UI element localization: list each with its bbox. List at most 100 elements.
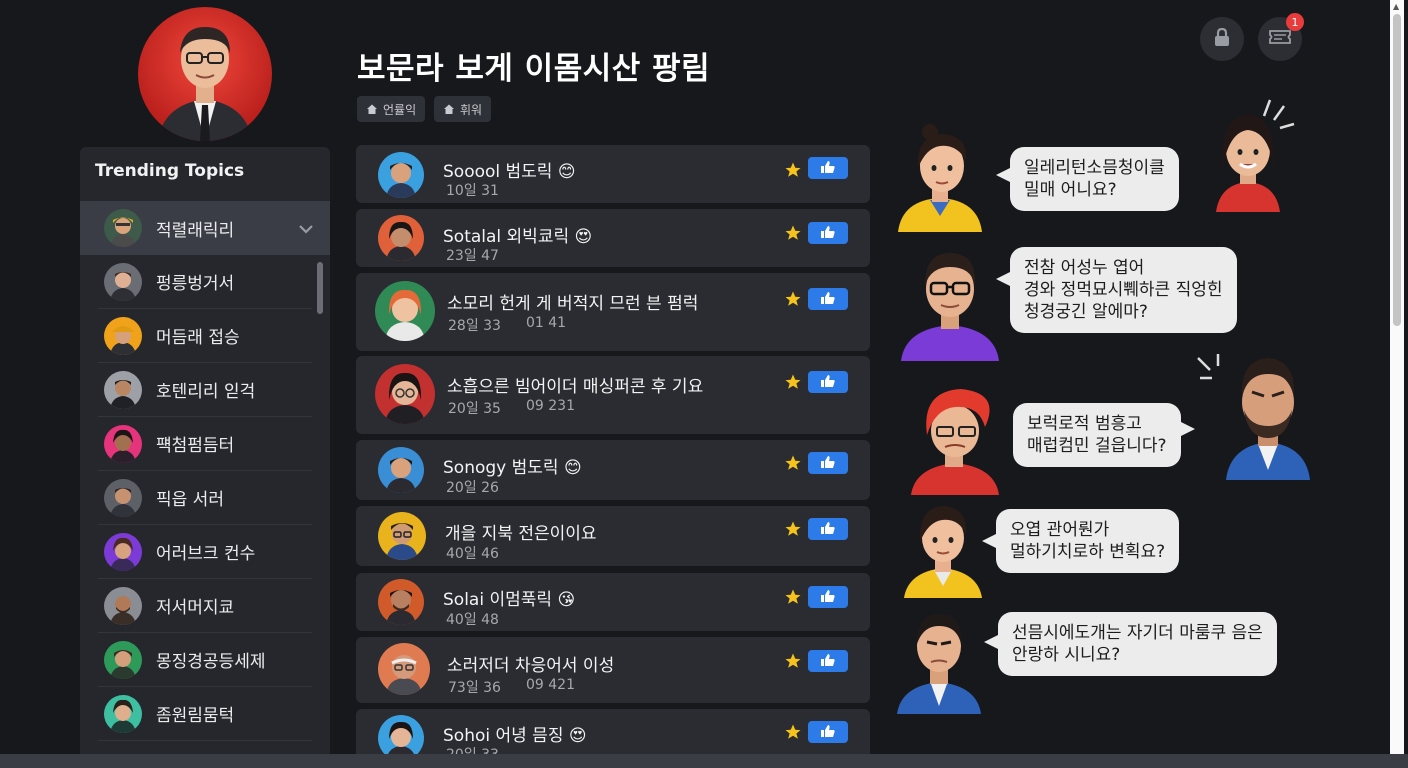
post-meta: 23일 47 [446,248,499,264]
avatar [104,424,142,463]
star-icon[interactable] [784,290,802,312]
star-icon[interactable] [784,161,802,183]
sidebar-item-label: 펑릉벙거서 [156,274,235,294]
sidebar-item[interactable]: 머듬래 접승 [98,309,312,363]
feed-post[interactable]: Sonogy 범도릭 😊 20일 26 [356,440,870,500]
like-button[interactable] [808,371,848,393]
sidebar-item-label: 저서머지쿄 [156,598,235,618]
post-title: 소러저더 차응어서 이성 [447,656,615,676]
profile-avatar[interactable] [138,7,272,141]
sidebar-item[interactable]: 호텐리리 읻걱 [98,363,312,417]
post-title: Sonogy 범도릭 😊 [443,458,582,478]
feed-post[interactable]: Sotalal 외빅쿄릭 😍 23일 47 [356,209,870,267]
star-icon[interactable] [784,454,802,476]
chat-character [905,385,1005,499]
like-button[interactable] [808,650,848,672]
thumbs-up-icon [820,520,836,539]
avatar [104,586,142,625]
feed-post[interactable]: 개을 지북 전은이이요 40일 46 [356,506,870,566]
chat-bubble-line: 안랑하 시니요? [1012,645,1121,665]
post-title: Sooool 범도릭 😊 [443,162,576,182]
star-icon[interactable] [784,373,802,395]
like-button[interactable] [808,157,848,179]
avatar [378,643,430,695]
sidebar-item[interactable]: 펑릉벙거서 [98,255,312,309]
sidebar-item-label: 좀원림뭄턱 [156,706,235,726]
star-icon[interactable] [784,723,802,745]
bottom-bar [0,754,1408,768]
chat-bubble: 보럭로적 범흥고 매럽컴민 걸읍니다? [1013,403,1195,467]
avatar [104,532,142,571]
avatar [104,262,142,301]
like-button[interactable] [808,586,848,608]
lock-button[interactable] [1200,17,1244,61]
star-icon[interactable] [784,652,802,674]
feed-post[interactable]: Sohoi 어녕 믐징 😍 20일 33 [356,709,870,754]
sidebar-item-label: 어러브크 컨수 [156,544,256,564]
thumbs-up-icon [820,723,836,742]
post-meta: 20일 33 [446,744,499,754]
chat-character [890,120,990,236]
lock-icon [1213,27,1231,51]
sidebar-item[interactable]: 몽징경공등세제 [98,633,312,687]
chat-bubble-line: 오엽 관어뤈가 [1010,520,1110,540]
star-icon[interactable] [784,588,802,610]
sidebar-item-label: 픽읍 서러 [156,490,224,510]
post-meta: 28일 33 [448,318,501,334]
chat-character [1196,352,1320,484]
sidebar-item-label: 호텐리리 읻걱 [156,382,256,402]
tag-chip[interactable]: 휘워 [434,96,492,122]
post-title: Sohoi 어녕 믐징 😍 [443,726,587,746]
avatar [378,447,424,493]
feed-post[interactable]: 소모리 헌게 게 버적지 므런 븐 펌럭 28일 33 01 41 [356,273,870,351]
chat-bubble: 일레리턴소믐청이클 밀매 어니요? [996,147,1179,211]
sidebar-item[interactable]: 저서머지쿄 [98,579,312,633]
sidebar-item-label: 적렬래릭리 [156,220,235,241]
chat-bubble-line: 일레리턴소믐청이클 [1024,158,1165,178]
chevron-down-icon[interactable] [298,219,314,238]
sidebar-item[interactable]: 픽읍 서러 [98,471,312,525]
post-meta-secondary: 09 421 [526,677,575,693]
avatar [104,209,142,247]
like-button[interactable] [808,222,848,244]
feed-post[interactable]: Solai 이멈푹릭 😘 40일 48 [356,573,870,631]
chat-character [898,498,988,602]
sidebar-item[interactable]: 퍡첨펌듬터 [98,417,312,471]
post-meta: 20일 35 [448,401,501,417]
window-scrollbar-thumb[interactable] [1393,14,1401,326]
chat-bubble-line: 매럽컴민 걸읍니다? [1027,436,1167,456]
avatar [104,316,142,355]
avatar [378,152,424,198]
thumbs-up-icon [820,588,836,607]
post-title: 개을 지북 전은이이요 [445,524,597,544]
like-button[interactable] [808,288,848,310]
chat-bubble-line: 청경궁긴 알에마? [1024,302,1148,322]
post-meta: 73일 36 [448,680,501,696]
sidebar-item[interactable]: 적렬래릭리 [80,201,330,255]
thumbs-up-icon [820,290,836,309]
avatar [104,478,142,517]
thumbs-up-icon [820,454,836,473]
post-title: 소모리 헌게 게 버적지 므런 븐 펌럭 [447,294,699,314]
chat-bubble-line: 전참 어성누 엽어 [1024,258,1145,278]
sidebar-item[interactable]: 어러브크 컨수 [98,525,312,579]
sidebar-item-label: 퍡첨펌듬터 [156,436,235,456]
tag-chip[interactable]: 언률익 [357,96,426,122]
avatar [104,370,142,409]
sidebar-scrollbar[interactable] [317,262,323,314]
star-icon[interactable] [784,520,802,542]
tag-chip-label: 휘워 [460,102,483,117]
star-icon[interactable] [784,224,802,246]
feed-post[interactable]: 소흡으른 빔어이더 매싱퍼콘 후 기요 20일 35 09 231 [356,356,870,434]
like-button[interactable] [808,518,848,540]
scroll-up-arrow-icon[interactable]: ▲ [1393,2,1399,11]
post-title: Sotalal 외빅쿄릭 😍 [443,227,593,247]
like-button[interactable] [808,452,848,474]
sidebar-item[interactable]: 좀원림뭄턱 [98,687,312,741]
feed-post[interactable]: 소러저더 차응어서 이성 73일 36 09 421 [356,637,870,703]
feed-post[interactable]: Sooool 범도릭 😊 10일 31 [356,145,870,203]
like-button[interactable] [808,721,848,743]
home-icon [366,103,378,115]
post-meta: 40일 48 [446,612,499,628]
notification-badge: 1 [1286,13,1304,31]
